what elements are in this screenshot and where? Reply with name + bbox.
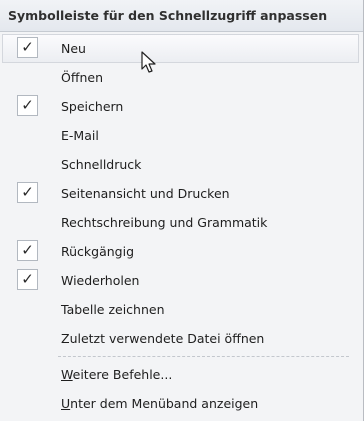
menu-item-label: Rechtschreibung und Grammatik bbox=[61, 215, 268, 230]
checkmark-icon: ✓ bbox=[17, 240, 38, 261]
menu-separator bbox=[58, 356, 349, 357]
menu-item-label: Seitenansicht und Drucken bbox=[61, 186, 230, 201]
menu-item-label: Schnelldruck bbox=[61, 157, 142, 172]
menu-item-speichern[interactable]: ✓ Speichern bbox=[0, 92, 363, 121]
menu-item-label: eitere Befehle... bbox=[72, 367, 173, 382]
menu-item-rechtschreibung[interactable]: Rechtschreibung und Grammatik bbox=[0, 208, 363, 237]
checkmark-icon: ✓ bbox=[17, 269, 38, 290]
quick-access-toolbar-menu: Symbolleiste für den Schnellzugriff anpa… bbox=[0, 0, 364, 421]
menu-item-unter-menueband[interactable]: Unter dem Menüband anzeigen bbox=[0, 389, 363, 418]
menu-item-oeffnen[interactable]: Öffnen bbox=[0, 63, 363, 92]
accelerator-key: W bbox=[61, 367, 73, 382]
menu-item-schnelldruck[interactable]: Schnelldruck bbox=[0, 150, 363, 179]
menu-item-weitere-befehle[interactable]: Weitere Befehle... bbox=[0, 360, 363, 389]
checkmark-icon: ✓ bbox=[17, 37, 38, 58]
menu-item-label: Rückgängig bbox=[61, 244, 135, 259]
menu-item-label: Öffnen bbox=[61, 70, 103, 85]
menu-item-label: nter dem Menüband anzeigen bbox=[70, 396, 259, 411]
menu-item-tabelle-zeichnen[interactable]: Tabelle zeichnen bbox=[0, 295, 363, 324]
menu-item-label: Zuletzt verwendete Datei öffnen bbox=[61, 331, 265, 346]
menu-title: Symbolleiste für den Schnellzugriff anpa… bbox=[0, 0, 363, 32]
menu-item-zuletzt-verwendete-datei[interactable]: Zuletzt verwendete Datei öffnen bbox=[0, 324, 363, 353]
checkmark-icon: ✓ bbox=[17, 95, 38, 116]
menu-item-label: Tabelle zeichnen bbox=[61, 302, 165, 317]
menu-item-seitenansicht[interactable]: ✓ Seitenansicht und Drucken bbox=[0, 179, 363, 208]
menu-items: ✓ Neu Öffnen ✓ Speichern E-Mail Schnelld… bbox=[0, 32, 363, 418]
menu-item-label: Speichern bbox=[61, 99, 124, 114]
menu-item-email[interactable]: E-Mail bbox=[0, 121, 363, 150]
menu-item-label: E-Mail bbox=[61, 128, 99, 143]
checkmark-icon: ✓ bbox=[17, 182, 38, 203]
accelerator-key: U bbox=[61, 396, 71, 411]
menu-item-label: Wiederholen bbox=[61, 273, 140, 288]
menu-item-label: Neu bbox=[61, 41, 86, 56]
menu-item-wiederholen[interactable]: ✓ Wiederholen bbox=[0, 266, 363, 295]
mouse-pointer-icon bbox=[141, 51, 156, 73]
menu-item-neu[interactable]: ✓ Neu bbox=[2, 34, 359, 63]
menu-item-rueckgaengig[interactable]: ✓ Rückgängig bbox=[0, 237, 363, 266]
